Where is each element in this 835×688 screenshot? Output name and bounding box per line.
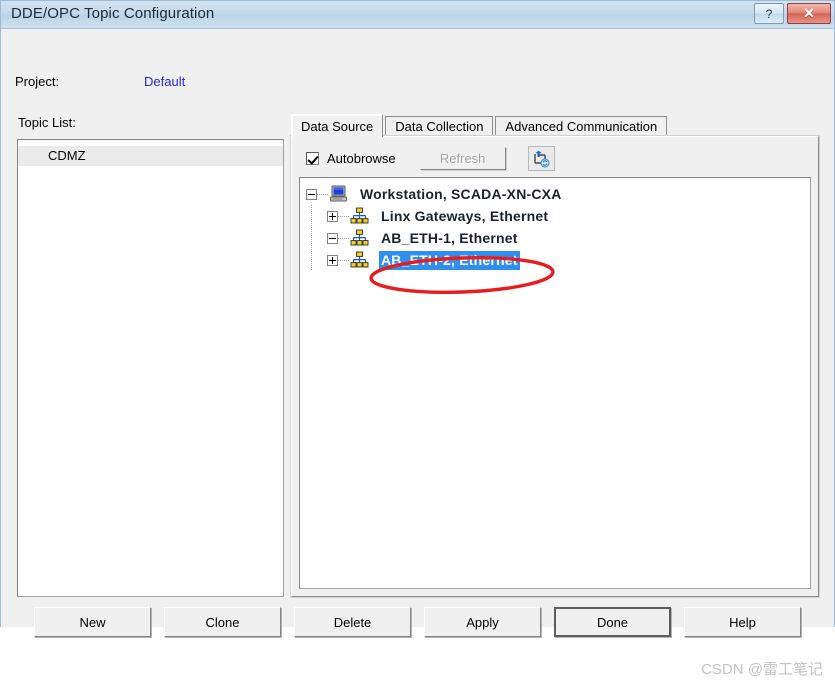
tree-node-workstation[interactable]: Workstation, SCADA-XN-CXA: [300, 183, 810, 205]
title-bar: DDE/OPC Topic Configuration ? ✕: [1, 1, 834, 29]
expand-plus-icon[interactable]: [327, 210, 338, 222]
tree-node-linx-gateways[interactable]: Linx Gateways, Ethernet: [300, 205, 810, 227]
tab-data-collection[interactable]: Data Collection: [385, 116, 494, 137]
dialog-body: Project: Default Topic List: CDMZ Data S…: [1, 29, 834, 637]
dialog-button-row: New Clone Delete Apply Done Help: [1, 607, 835, 647]
topic-list-label: Topic List:: [18, 115, 76, 130]
network-hub-icon: [350, 207, 370, 225]
tree-node-label: AB_ETH-2, Ethernet: [379, 250, 520, 270]
checkbox-check-icon: [306, 152, 319, 165]
list-item[interactable]: CDMZ: [18, 146, 283, 166]
tree-node-label: AB_ETH-1, Ethernet: [381, 229, 518, 246]
tree-node-ab-eth-1[interactable]: AB_ETH-1, Ethernet: [300, 227, 810, 249]
project-value[interactable]: Default: [144, 74, 185, 89]
new-button[interactable]: New: [34, 607, 151, 637]
close-button[interactable]: ✕: [787, 3, 831, 24]
tab-strip: Data Source Data Collection Advanced Com…: [291, 114, 668, 137]
tree-node-label: Workstation, SCADA-XN-CXA: [360, 185, 562, 202]
screenshot-root: DDE/OPC Topic Configuration ? ✕ Project:…: [0, 0, 835, 688]
expand-plus-icon[interactable]: [327, 254, 338, 266]
browse-refresh-icon-button[interactable]: [527, 146, 555, 171]
topic-list-box[interactable]: CDMZ: [17, 139, 284, 597]
browse-toolbar: Autobrowse Refresh: [299, 145, 811, 172]
refresh-upload-icon: [534, 150, 550, 167]
autobrowse-label: Autobrowse: [327, 151, 396, 166]
tree-connector: [338, 215, 350, 217]
tree-node-ab-eth-2[interactable]: AB_ETH-2, Ethernet: [300, 249, 810, 271]
tab-advanced-communication[interactable]: Advanced Communication: [495, 116, 668, 137]
title-bar-buttons: ? ✕: [754, 3, 831, 24]
help-button[interactable]: ?: [754, 3, 784, 24]
clone-button[interactable]: Clone: [164, 607, 281, 637]
help-dialog-button[interactable]: Help: [684, 607, 801, 637]
tree-node-label: Linx Gateways, Ethernet: [381, 207, 549, 224]
dde-opc-topic-configuration-dialog: DDE/OPC Topic Configuration ? ✕ Project:…: [0, 0, 835, 637]
collapse-minus-icon[interactable]: [306, 188, 317, 200]
data-source-panel: Autobrowse Refresh Workstation, SCADA-XN…: [290, 135, 820, 598]
data-source-tree[interactable]: Workstation, SCADA-XN-CXA Linx Gateways,…: [299, 177, 811, 589]
network-hub-icon: [350, 251, 370, 269]
watermark-text: CSDN @雷工笔记: [701, 661, 823, 678]
done-button[interactable]: Done: [554, 607, 671, 637]
autobrowse-checkbox[interactable]: Autobrowse: [306, 151, 396, 166]
workstation-computer-icon: [329, 185, 349, 203]
tree-vertical-connector: [311, 205, 312, 227]
apply-button[interactable]: Apply: [424, 607, 541, 637]
tree-vertical-connector: [311, 249, 312, 271]
tree-vertical-connector: [311, 227, 312, 249]
window-title: DDE/OPC Topic Configuration: [11, 5, 215, 22]
tab-data-source[interactable]: Data Source: [291, 114, 384, 137]
project-label: Project:: [15, 74, 60, 89]
tree-connector: [338, 259, 350, 261]
tree-connector: [317, 193, 329, 195]
tree-connector: [338, 237, 350, 239]
network-hub-icon: [350, 229, 370, 247]
delete-button[interactable]: Delete: [294, 607, 411, 637]
collapse-minus-icon[interactable]: [327, 232, 338, 244]
refresh-button[interactable]: Refresh: [419, 147, 506, 170]
